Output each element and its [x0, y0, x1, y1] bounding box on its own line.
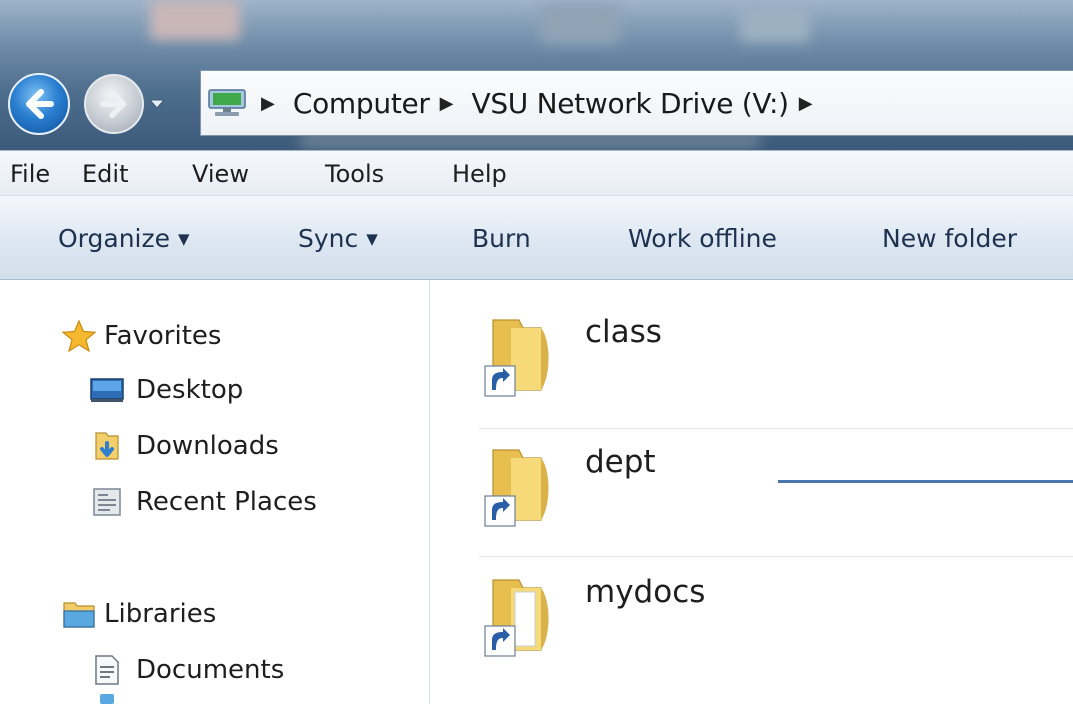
burn-button[interactable]: Burn — [472, 224, 531, 253]
folder-shortcut-icon — [484, 319, 549, 397]
recent-places-icon — [90, 487, 124, 517]
sync-button[interactable]: Sync ▼ — [298, 224, 378, 253]
nav-recent-places[interactable]: Recent Places — [90, 482, 317, 522]
blurred-background — [740, 6, 810, 42]
breadcrumb-separator[interactable]: ▶ — [261, 93, 275, 114]
menu-tools[interactable]: Tools — [325, 160, 384, 188]
row-separator — [479, 428, 1073, 429]
nav-favorites-label: Favorites — [104, 321, 222, 351]
nav-favorites[interactable]: Favorites — [62, 316, 221, 356]
star-icon — [62, 320, 96, 352]
nav-libraries[interactable]: Libraries — [62, 594, 216, 634]
downloads-icon — [90, 431, 124, 461]
breadcrumb-network-drive[interactable]: VSU Network Drive (V:) — [471, 87, 789, 120]
nav-documents[interactable]: Documents — [90, 650, 284, 690]
menu-help[interactable]: Help — [452, 160, 507, 188]
blurred-background — [540, 4, 620, 44]
nav-downloads-label: Downloads — [136, 431, 279, 461]
new-folder-button[interactable]: New folder — [882, 224, 1017, 253]
address-bar[interactable]: ▶ Computer ▶ VSU Network Drive (V:) ▶ — [200, 70, 1073, 136]
nav-documents-label: Documents — [136, 655, 285, 685]
file-item-dept[interactable]: dept — [479, 432, 1073, 542]
file-name-class: class — [585, 314, 662, 350]
file-list: class dept mydocs — [431, 280, 1073, 704]
nav-next-library-item[interactable] — [100, 694, 114, 704]
menu-edit[interactable]: Edit — [82, 160, 128, 188]
menu-file[interactable]: File — [10, 160, 50, 188]
annotation-pointer-line — [778, 480, 1073, 483]
work-offline-button[interactable]: Work offline — [628, 224, 777, 253]
breadcrumb-separator[interactable]: ▶ — [799, 93, 813, 114]
desktop-icon — [90, 375, 124, 405]
title-bar: ▶ Computer ▶ VSU Network Drive (V:) ▶ — [0, 0, 1073, 150]
nav-desktop[interactable]: Desktop — [90, 370, 243, 410]
caret-down-icon: ▼ — [366, 230, 378, 248]
menu-bar: File Edit View Tools Help — [0, 150, 1073, 196]
back-arrow-icon — [26, 89, 54, 119]
file-item-class[interactable]: class — [479, 302, 1073, 412]
menu-view[interactable]: View — [192, 160, 249, 188]
organize-button[interactable]: Organize ▼ — [58, 224, 190, 253]
file-item-mydocs[interactable]: mydocs — [479, 562, 1073, 672]
nav-libraries-label: Libraries — [104, 599, 217, 629]
documents-icon — [90, 655, 124, 685]
blurred-background — [150, 0, 240, 40]
file-name-dept: dept — [585, 444, 656, 480]
organize-label: Organize — [58, 224, 170, 253]
forward-arrow-icon — [99, 89, 127, 119]
breadcrumb-computer[interactable]: Computer — [293, 87, 430, 120]
partial-library-icon — [100, 694, 114, 704]
row-separator — [479, 556, 1073, 557]
breadcrumb-separator[interactable]: ▶ — [440, 93, 454, 114]
nav-desktop-label: Desktop — [136, 375, 244, 405]
nav-recent-places-label: Recent Places — [136, 487, 317, 517]
chevron-down-icon — [149, 99, 165, 109]
sync-label: Sync — [298, 224, 359, 253]
folder-shortcut-icon — [484, 449, 549, 527]
nav-downloads[interactable]: Downloads — [90, 426, 279, 466]
navigation-pane: Favorites Desktop Downloads Recent Place… — [0, 280, 430, 704]
libraries-icon — [62, 599, 96, 629]
recent-pages-dropdown[interactable] — [148, 97, 166, 111]
folder-shortcut-icon — [484, 579, 549, 657]
command-bar: Organize ▼ Sync ▼ Burn Work offline New fo… — [0, 196, 1073, 280]
computer-icon — [208, 89, 246, 116]
caret-down-icon: ▼ — [178, 230, 190, 248]
back-button[interactable] — [8, 73, 70, 135]
forward-button[interactable] — [84, 74, 144, 134]
file-name-mydocs: mydocs — [585, 574, 706, 610]
